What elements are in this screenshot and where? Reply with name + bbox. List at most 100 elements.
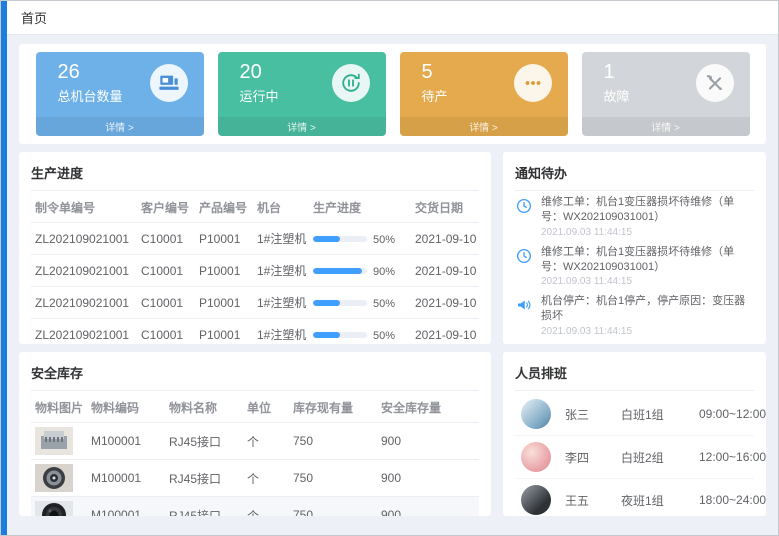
tab-home[interactable]: 首页: [21, 8, 47, 27]
material-name: RJ45接口: [165, 460, 243, 497]
production-table: 制令单编号客户编号产品编号机台生产进度交货日期 ZL202109021001 C…: [31, 191, 479, 344]
shift-time: 12:00~16:00: [699, 450, 766, 464]
column-header: 客户编号: [137, 191, 195, 223]
zhangsan-avatar: [521, 399, 551, 429]
column-header: 机台: [253, 191, 309, 223]
stat-card-text: 5 待产: [422, 61, 448, 105]
column-header: 交货日期: [411, 191, 479, 223]
product-no: P10001: [195, 319, 253, 345]
inventory-table-body: M100001 RJ45接口 个 750 900 M100001 RJ45接口 …: [31, 423, 479, 517]
speaker-photo: [35, 501, 73, 516]
schedule-list: 张三 白班1组 09:00~12:00 李四 白班2组 12:00~16:00 …: [515, 393, 754, 516]
stat-card-fault[interactable]: 1 故障 详情 >: [582, 52, 750, 136]
stat-card-top: 26 总机台数量: [36, 52, 204, 105]
production-panel-title: 生产进度: [31, 160, 479, 191]
progress-cell: 50%: [309, 287, 411, 319]
shift-label: 夜班1组: [621, 492, 699, 509]
schedule-row: 李四 白班2组 12:00~16:00: [515, 436, 754, 479]
shift-time: 18:00~24:00: [699, 493, 766, 507]
notice-item[interactable]: 维修工单：机台1变压器损坏待维修（单号：WX202109031001） 2021…: [515, 241, 754, 291]
machine-icon: [150, 64, 188, 102]
production-row: ZL202109021001 C10001 P10001 1#注塑机 90% 2…: [31, 255, 479, 287]
column-header: 物料名称: [165, 391, 243, 423]
stat-card-top: 5 待产: [400, 52, 568, 105]
material-image-cell: [31, 497, 87, 517]
dashboard-content: 26 总机台数量 详情 > 20 运行中 详情 > 5 待产 详情 > 1: [7, 36, 778, 535]
stat-detail-link[interactable]: 详情 >: [400, 117, 568, 136]
material-image-cell: [31, 460, 87, 497]
shift-label: 白班2组: [621, 449, 699, 466]
column-header: 安全库存量: [377, 391, 479, 423]
stat-value: 5: [422, 61, 448, 83]
stat-cards-panel: 26 总机台数量 详情 > 20 运行中 详情 > 5 待产 详情 > 1: [19, 44, 766, 144]
customer-no: C10001: [137, 319, 195, 345]
progress-bar: [313, 236, 367, 242]
unit: 个: [243, 423, 289, 460]
schedule-panel-title: 人员排班: [515, 360, 754, 391]
rj45-connector-photo: [35, 427, 73, 455]
clock-icon: [515, 245, 533, 288]
progress-cell: 50%: [309, 223, 411, 255]
notice-body: 机台停产：机台1停产，停产原因：变压器损坏 2021.09.03 11:44:1…: [541, 294, 754, 337]
employee-name: 王五: [565, 492, 621, 509]
inventory-table-head-row: 物料图片物料编码物料名称单位库存现有量安全库存量: [31, 391, 479, 423]
column-header: 物料编码: [87, 391, 165, 423]
machine-name: 1#注塑机: [253, 287, 309, 319]
product-no: P10001: [195, 287, 253, 319]
notice-time: 2021.09.03 11:44:15: [541, 227, 754, 238]
progress-bar: [313, 332, 367, 338]
inventory-panel: 安全库存 物料图片物料编码物料名称单位库存现有量安全库存量 M100001 RJ…: [19, 352, 491, 516]
notice-text: 机台停产：机台1停产，停产原因：变压器损坏: [541, 294, 754, 324]
order-no: ZL202109021001: [31, 223, 137, 255]
progress-cell: 90%: [309, 255, 411, 287]
notice-list: 维修工单：机台1变压器损坏待维修（单号：WX202109031001） 2021…: [515, 191, 754, 344]
product-no: P10001: [195, 255, 253, 287]
stat-card-text: 26 总机台数量: [58, 61, 123, 105]
progress-cell: 50%: [309, 319, 411, 345]
material-code: M100001: [87, 423, 165, 460]
notice-item[interactable]: 维修工单：机台1变压器损坏待维修（单号：WX202109031001） 2021…: [515, 191, 754, 241]
order-no: ZL202109021001: [31, 319, 137, 345]
notice-text: 维修工单：机台1变压器损坏待维修（单号：WX202109031001）: [541, 245, 754, 275]
stat-card-text: 1 故障: [604, 61, 630, 105]
stat-detail-link[interactable]: 详情 >: [582, 117, 750, 136]
shift-label: 白班1组: [621, 406, 699, 423]
production-panel: 生产进度 制令单编号客户编号产品编号机台生产进度交货日期 ZL202109021…: [19, 152, 491, 344]
delivery-date: 2021-09-10: [411, 223, 479, 255]
material-name: RJ45接口: [165, 497, 243, 517]
stat-card-pending[interactable]: 5 待产 详情 >: [400, 52, 568, 136]
customer-no: C10001: [137, 223, 195, 255]
progress-bar: [313, 300, 367, 306]
delivery-date: 2021-09-10: [411, 255, 479, 287]
dashboard-window: 首页 26 总机台数量 详情 > 20 运行中 详情 > 5 待产: [0, 0, 779, 536]
stat-detail-link[interactable]: 详情 >: [218, 117, 386, 136]
machine-name: 1#注塑机: [253, 255, 309, 287]
progress-bar: [313, 268, 367, 274]
stock-qty: 750: [289, 497, 377, 517]
inventory-panel-title: 安全库存: [31, 360, 479, 391]
tools-icon: [696, 64, 734, 102]
customer-no: C10001: [137, 255, 195, 287]
material-name: RJ45接口: [165, 423, 243, 460]
notice-item[interactable]: 机台停产：机台1停产，停产原因：变压器损坏 2021.09.03 11:44:1…: [515, 290, 754, 340]
notice-item[interactable]: 计划暂停：机台1生产计划已暂停 2021.09.03 11:44:15: [515, 340, 754, 344]
stat-label: 总机台数量: [58, 86, 123, 105]
unit: 个: [243, 497, 289, 517]
delivery-date: 2021-09-10: [411, 287, 479, 319]
employee-name: 李四: [565, 449, 621, 466]
material-code: M100001: [87, 460, 165, 497]
ellipsis-icon: [514, 64, 552, 102]
stat-label: 运行中: [240, 86, 279, 105]
notice-body: 维修工单：机台1变压器损坏待维修（单号：WX202109031001） 2021…: [541, 195, 754, 238]
column-header: 库存现有量: [289, 391, 377, 423]
stat-value: 26: [58, 61, 123, 83]
stat-label: 待产: [422, 86, 448, 105]
stat-detail-link[interactable]: 详情 >: [36, 117, 204, 136]
shift-time: 09:00~12:00: [699, 407, 766, 421]
material-image-cell: [31, 423, 87, 460]
wangwu-avatar: [521, 485, 551, 515]
stat-card-total[interactable]: 26 总机台数量 详情 >: [36, 52, 204, 136]
clock-icon: [515, 195, 533, 238]
stat-value: 1: [604, 61, 630, 83]
stat-card-running[interactable]: 20 运行中 详情 >: [218, 52, 386, 136]
